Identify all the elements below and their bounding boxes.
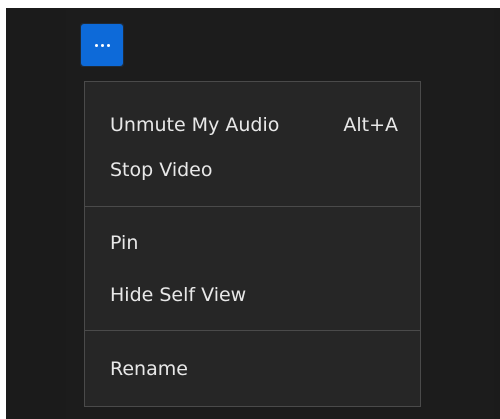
menu-divider — [85, 330, 420, 331]
ellipsis-dot — [94, 43, 98, 47]
menu-item-hide-self-view[interactable]: Hide Self View — [110, 278, 398, 312]
menu-item-rename[interactable]: Rename — [110, 352, 398, 386]
menu-item-label: Pin — [110, 232, 139, 254]
menu-item-label: Hide Self View — [110, 284, 247, 306]
more-options-button[interactable] — [80, 23, 124, 67]
menu-divider — [85, 206, 420, 207]
ellipsis-icon — [94, 43, 110, 47]
screen: Unmute My Audio Alt+A Stop Video Pin Hid… — [0, 0, 500, 419]
context-menu: Unmute My Audio Alt+A Stop Video Pin Hid… — [84, 81, 421, 407]
menu-item-stop-video[interactable]: Stop Video — [110, 153, 398, 187]
menu-item-label: Stop Video — [110, 159, 213, 181]
menu-item-label: Unmute My Audio — [110, 114, 280, 136]
menu-item-pin[interactable]: Pin — [110, 226, 398, 260]
more-options-button-face[interactable] — [81, 24, 123, 66]
menu-item-unmute-my-audio[interactable]: Unmute My Audio Alt+A — [110, 108, 398, 142]
ellipsis-dot — [106, 43, 110, 47]
menu-item-shortcut: Alt+A — [343, 114, 398, 136]
ellipsis-dot — [100, 43, 104, 47]
menu-item-label: Rename — [110, 358, 188, 380]
